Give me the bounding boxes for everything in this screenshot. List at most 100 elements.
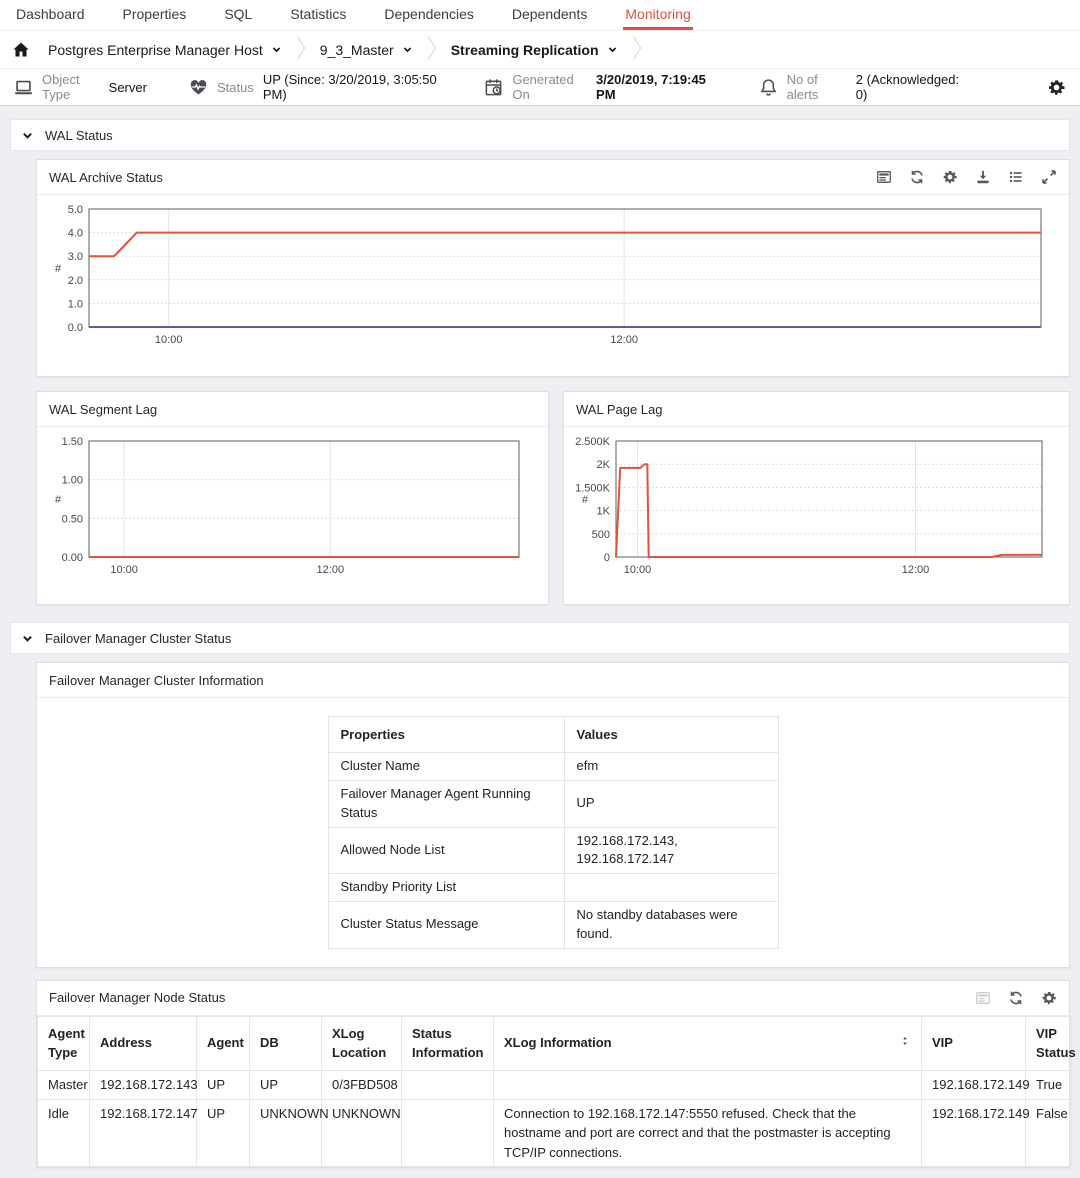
generated-on-label: Generated On bbox=[512, 72, 587, 102]
panel-body: 0.01.02.03.04.05.010:0012:00# bbox=[37, 195, 1069, 351]
home-icon[interactable] bbox=[12, 41, 30, 59]
section-title: Failover Manager Cluster Status bbox=[45, 631, 231, 646]
table-cell: 0/3FBD508 bbox=[322, 1071, 402, 1100]
chevron-down-icon[interactable] bbox=[271, 44, 282, 55]
cluster-info-table: PropertiesValuesCluster NameefmFailover … bbox=[328, 716, 779, 949]
tab-dependencies[interactable]: Dependencies bbox=[382, 0, 476, 30]
breadcrumb-item[interactable]: Postgres Enterprise Manager Host bbox=[44, 42, 286, 58]
column-header: Agent bbox=[197, 1016, 250, 1071]
svg-text:3.0: 3.0 bbox=[68, 251, 83, 263]
settings-icon[interactable] bbox=[1041, 990, 1057, 1006]
table-row: Failover Manager Agent Running StatusUP bbox=[328, 780, 778, 827]
wal-archive-status-chart: 0.01.02.03.04.05.010:0012:00# bbox=[43, 201, 1051, 351]
column-header: VIP bbox=[922, 1016, 1026, 1071]
section-header-failover[interactable]: Failover Manager Cluster Status bbox=[10, 622, 1070, 654]
download-icon[interactable] bbox=[975, 169, 991, 185]
svg-text:1.00: 1.00 bbox=[62, 475, 83, 487]
table-cell bbox=[402, 1071, 494, 1100]
chevron-down-icon[interactable] bbox=[21, 129, 34, 142]
expand-icon[interactable] bbox=[1041, 169, 1057, 185]
table-cell: Allowed Node List bbox=[328, 827, 564, 874]
tab-dashboard[interactable]: Dashboard bbox=[14, 0, 87, 30]
svg-text:1.500K: 1.500K bbox=[575, 482, 611, 494]
svg-text:#: # bbox=[582, 494, 589, 506]
chevron-down-icon[interactable] bbox=[21, 632, 34, 645]
legend-icon bbox=[975, 990, 991, 1006]
panel-toolbar bbox=[876, 169, 1057, 185]
bell-icon bbox=[759, 78, 778, 97]
app-root: Dashboard Properties SQL Statistics Dependen… bbox=[0, 0, 1080, 1104]
table-cell: Failover Manager Agent Running Status bbox=[328, 780, 564, 827]
panel-cluster-information: Failover Manager Cluster Information Pro… bbox=[36, 662, 1070, 968]
svg-text:#: # bbox=[55, 263, 62, 275]
list-icon[interactable] bbox=[1008, 169, 1024, 185]
svg-text:2.500K: 2.500K bbox=[575, 436, 611, 448]
tab-dependents[interactable]: Dependents bbox=[510, 0, 590, 30]
svg-text:12:00: 12:00 bbox=[317, 564, 345, 576]
alerts-value: 2 (Acknowledged: 0) bbox=[856, 72, 963, 102]
object-type-group: Object Type Server bbox=[14, 72, 147, 102]
tab-sql[interactable]: SQL bbox=[222, 0, 254, 30]
column-header: Agent Type bbox=[38, 1016, 90, 1071]
panel-toolbar bbox=[975, 990, 1057, 1006]
panel-title: WAL Page Lag bbox=[576, 402, 662, 417]
refresh-icon[interactable] bbox=[1008, 990, 1024, 1006]
breadcrumb-item[interactable]: Streaming Replication bbox=[447, 42, 622, 58]
sort-icon[interactable] bbox=[899, 1034, 911, 1053]
chevron-down-icon[interactable] bbox=[402, 44, 413, 55]
panel-wal-segment-lag: WAL Segment Lag 0.000.501.001.5010:0012:… bbox=[36, 391, 549, 605]
legend-icon[interactable] bbox=[876, 169, 892, 185]
object-type-label: Object Type bbox=[42, 72, 100, 102]
generated-on-group: Generated On 3/20/2019, 7:19:45 PM bbox=[484, 72, 716, 102]
table-cell bbox=[402, 1099, 494, 1167]
table-row: Idle192.168.172.147UPUNKNOWNUNKNOWNConne… bbox=[38, 1099, 1072, 1167]
column-header[interactable]: XLog Information bbox=[494, 1016, 922, 1071]
table-header-row: Agent TypeAddressAgentDBXLog LocationSta… bbox=[38, 1016, 1072, 1071]
breadcrumb-label: Postgres Enterprise Manager Host bbox=[48, 42, 263, 58]
table-cell: 192.168.172.149 bbox=[922, 1071, 1026, 1100]
panel-title: WAL Segment Lag bbox=[49, 402, 157, 417]
tab-statistics[interactable]: Statistics bbox=[288, 0, 348, 30]
tab-properties[interactable]: Properties bbox=[121, 0, 189, 30]
panel-title: WAL Archive Status bbox=[49, 170, 163, 185]
svg-text:10:00: 10:00 bbox=[110, 564, 138, 576]
gear-icon[interactable] bbox=[1047, 78, 1066, 97]
column-header: Properties bbox=[328, 717, 564, 753]
table-row: Cluster Status MessageNo standby databas… bbox=[328, 902, 778, 949]
panel-header: WAL Segment Lag bbox=[37, 392, 548, 427]
panel-header: Failover Manager Cluster Information bbox=[37, 663, 1069, 698]
table-cell bbox=[494, 1071, 922, 1100]
section-title: WAL Status bbox=[45, 128, 113, 143]
table-cell: efm bbox=[564, 753, 778, 781]
panel-header: WAL Archive Status bbox=[37, 160, 1069, 195]
breadcrumb-item[interactable]: 9_3_Master bbox=[316, 42, 417, 58]
table-cell: True bbox=[1026, 1071, 1072, 1100]
alerts-group: No of alerts 2 (Acknowledged: 0) bbox=[759, 72, 963, 102]
svg-text:0.0: 0.0 bbox=[68, 322, 83, 334]
chart-canvas: 05001K1.500K2K2.500K10:0012:00# bbox=[570, 433, 1052, 581]
panel-header: Failover Manager Node Status bbox=[37, 981, 1069, 1016]
table-cell: UP bbox=[564, 780, 778, 827]
svg-text:0: 0 bbox=[604, 552, 610, 564]
svg-text:10:00: 10:00 bbox=[624, 564, 652, 576]
table-cell: False bbox=[1026, 1099, 1072, 1167]
table-cell: Idle bbox=[38, 1099, 90, 1167]
table-cell: 192.168.172.143, 192.168.172.147 bbox=[564, 827, 778, 874]
svg-text:1.50: 1.50 bbox=[62, 436, 83, 448]
section-header-wal-status[interactable]: WAL Status bbox=[10, 119, 1070, 151]
table-cell: Master bbox=[38, 1071, 90, 1100]
panel-body: 0.000.501.001.5010:0012:00# bbox=[37, 427, 548, 581]
refresh-icon[interactable] bbox=[909, 169, 925, 185]
svg-text:1.0: 1.0 bbox=[68, 298, 83, 310]
tab-monitoring[interactable]: Monitoring bbox=[623, 0, 692, 30]
chart-canvas: 0.01.02.03.04.05.010:0012:00# bbox=[43, 201, 1051, 351]
panel-body: PropertiesValuesCluster NameefmFailover … bbox=[37, 716, 1069, 949]
status-bar: Object Type Server Status UP (Since: 3/2… bbox=[0, 69, 1080, 106]
column-header: VIP Status bbox=[1026, 1016, 1072, 1071]
alerts-label: No of alerts bbox=[787, 72, 847, 102]
table-cell: 192.168.172.149 bbox=[922, 1099, 1026, 1167]
settings-icon[interactable] bbox=[942, 169, 958, 185]
chevron-down-icon[interactable] bbox=[607, 44, 618, 55]
failover-section: Failover Manager Cluster Status Failover… bbox=[10, 622, 1070, 1178]
table-cell: UP bbox=[250, 1071, 322, 1100]
